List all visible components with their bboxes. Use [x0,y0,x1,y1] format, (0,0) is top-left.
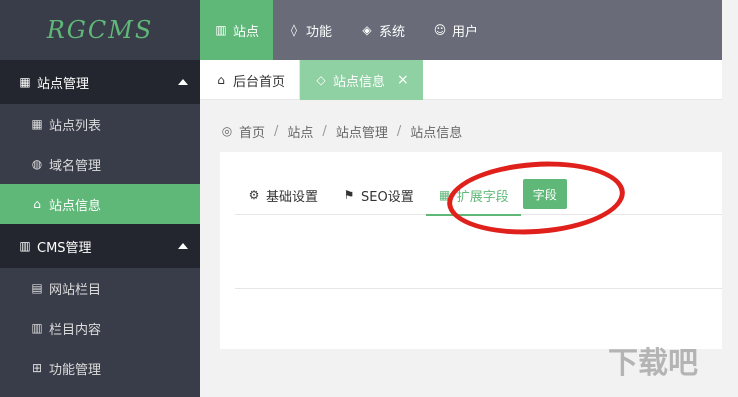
tab-label: SEO设置 [361,189,414,205]
tab-site[interactable]: ▥ 站点 [200,0,274,60]
gear-icon: ⚙ [248,188,260,202]
user-icon: ☺ [433,23,447,37]
tab-basic-settings[interactable]: ⚙ 基础设置 [235,175,330,215]
app-logo: RGCMS [0,0,200,60]
breadcrumb-item[interactable]: 站点管理 [336,122,388,141]
sidebar-group-site[interactable]: ▦ 站点管理 [0,60,200,104]
tab-label: 用户 [452,24,479,40]
tab-label: 系统 [379,24,406,40]
grid-icon: ▦ [31,117,43,131]
sidebar-item-label: 功能管理 [49,362,102,378]
tag-icon: ⌂ [33,197,41,211]
breadcrumb-item[interactable]: 站点 [287,122,313,141]
sidebar-item-label: 网站栏目 [49,282,102,298]
tab-label: 站点 [233,24,260,40]
page-tabs: ⌂ 后台首页 ◇ 站点信息 × [200,60,722,100]
sidebar-item-label: 站点列表 [49,118,102,134]
close-icon[interactable]: × [397,72,409,88]
sidebar-item-label: 域名管理 [49,158,102,174]
caret-up-icon [178,243,188,249]
page-tab-label: 站点信息 [333,74,386,90]
watermark: 下载吧 [608,346,698,381]
page-tab-label: 后台首页 [233,74,286,90]
sidebar: RGCMS ▦ 站点管理 ▦ 站点列表 ◍ 域名管理 ⌂ 站点信息 ▥ CMS管… [0,0,200,397]
tag-icon: ◇ [316,73,326,87]
book-icon: ▥ [31,321,43,335]
building-icon: ▦ [19,75,31,89]
tab-label: 功能 [306,24,333,40]
location-pin-icon: ◎ [221,124,233,138]
newspaper-icon: ▤ [31,281,43,295]
book-icon: ▥ [19,239,31,253]
sidebar-item-columns[interactable]: ▤ 网站栏目 [0,268,200,308]
sidebar-item-label: 站点信息 [49,198,102,214]
sidebar-group-label: 站点管理 [37,76,90,92]
divider [235,288,722,289]
breadcrumb: ◎ 首页 / 站点 / 站点管理 / 站点信息 [220,120,462,142]
sidebar-item-content[interactable]: ▥ 栏目内容 [0,308,200,348]
page-tab-home[interactable]: ⌂ 后台首页 [200,60,301,100]
breadcrumb-item[interactable]: 首页 [239,122,265,141]
sidebar-group-cms[interactable]: ▥ CMS管理 [0,224,200,268]
caret-up-icon [178,79,188,85]
tab-seo-settings[interactable]: ⚑ SEO设置 [330,175,426,215]
book-icon: ▥ [215,23,227,37]
sidebar-item-site-info[interactable]: ⌂ 站点信息 [0,184,200,224]
drop-icon: ◊ [291,23,297,37]
breadcrumb-separator: / [274,123,279,139]
tab-label: 基础设置 [266,189,319,205]
page-tab-site-info[interactable]: ◇ 站点信息 × [300,60,423,100]
layers-icon: ◈ [362,23,372,37]
sidebar-item-site-list[interactable]: ▦ 站点列表 [0,104,200,144]
tab-users[interactable]: ☺ 用户 [419,0,492,60]
sidebar-group-label: CMS管理 [37,240,92,256]
top-nav: ▥ 站点 ◊ 功能 ◈ 系统 ☺ 用户 [200,0,722,60]
breadcrumb-item: 站点信息 [410,125,463,141]
breadcrumb-separator: / [396,123,402,139]
flag-icon: ⚑ [343,188,355,202]
sidebar-item-label: 栏目内容 [49,322,102,338]
apps-icon: ⊞ [31,361,43,375]
tab-features[interactable]: ◊ 功能 [273,0,346,60]
breadcrumb-separator: / [322,123,327,139]
sidebar-item-features[interactable]: ⊞ 功能管理 [0,348,200,388]
sidebar-item-domain[interactable]: ◍ 域名管理 [0,144,200,184]
globe-icon: ◍ [31,157,43,171]
app-frame: RGCMS ▦ 站点管理 ▦ 站点列表 ◍ 域名管理 ⌂ 站点信息 ▥ CMS管… [0,0,738,397]
home-icon: ⌂ [217,73,225,87]
tab-system[interactable]: ◈ 系统 [346,0,419,60]
